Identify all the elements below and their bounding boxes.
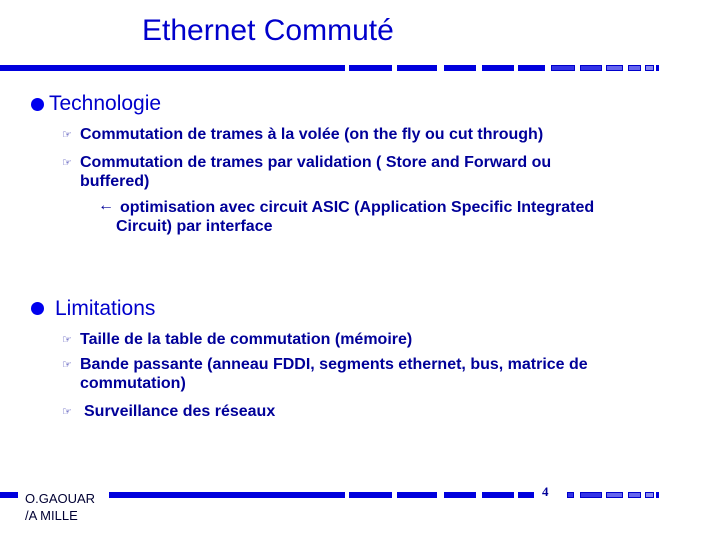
left-arrow-icon: ← (98, 197, 114, 214)
pointing-hand-icon: ☞ (62, 334, 72, 346)
bar-segment (109, 492, 345, 498)
bar-segment (0, 65, 345, 71)
item-text: Taille de la table de commutation (mémoi… (80, 331, 413, 348)
bullet-dot-icon (31, 302, 44, 315)
pointing-hand-icon: ☞ (62, 359, 72, 371)
bar-segment (606, 492, 623, 498)
bar-segment (482, 492, 514, 498)
author-line1: O.GAOUAR (25, 491, 96, 506)
bar-segment (444, 492, 476, 498)
item-text: Commutation de trames à la volée (on the… (80, 126, 544, 143)
bar-segment (656, 492, 659, 498)
subitem-text-line1: optimisation avec circuit ASIC (Applicat… (120, 199, 595, 216)
bar-segment (567, 492, 574, 498)
subitem-text-line2: Circuit) par interface (116, 218, 273, 235)
bar-segment (551, 65, 575, 71)
bullet-dot-icon (31, 98, 44, 111)
bar-segment (606, 65, 623, 71)
bar-segment (656, 65, 659, 71)
bar-segment (482, 65, 514, 71)
pointing-hand-icon: ☞ (62, 157, 72, 169)
page-number: 4 (542, 484, 549, 499)
footer-author: O.GAOUAR /A MILLE (25, 490, 95, 524)
bar-segment (518, 492, 534, 498)
bar-segment (397, 65, 437, 71)
pointing-hand-icon: ☞ (62, 406, 72, 418)
bar-segment (0, 492, 18, 498)
item-text-line1: Commutation de trames par validation ( S… (80, 154, 552, 171)
bar-segment (397, 492, 437, 498)
item-text: Surveillance des réseaux (84, 403, 276, 420)
bar-segment (444, 65, 476, 71)
pointing-hand-icon: ☞ (62, 129, 72, 141)
bar-segment (645, 492, 654, 498)
bar-segment (645, 65, 654, 71)
item-text-line2: commutation) (80, 375, 186, 392)
slide-title: Ethernet Commuté (142, 14, 394, 47)
bar-segment (349, 65, 392, 71)
bar-segment (518, 65, 545, 71)
bar-segment (628, 492, 641, 498)
section-heading-technologie: Technologie (49, 92, 162, 115)
item-text-line1: Bande passante (anneau FDDI, segments et… (80, 356, 588, 373)
bar-segment (580, 492, 602, 498)
bar-segment (628, 65, 641, 71)
item-text-line2: buffered) (80, 173, 150, 190)
bar-segment (349, 492, 392, 498)
author-line2: /A MILLE (25, 508, 78, 523)
bar-segment (580, 65, 602, 71)
section-heading-limitations: Limitations (55, 297, 156, 320)
